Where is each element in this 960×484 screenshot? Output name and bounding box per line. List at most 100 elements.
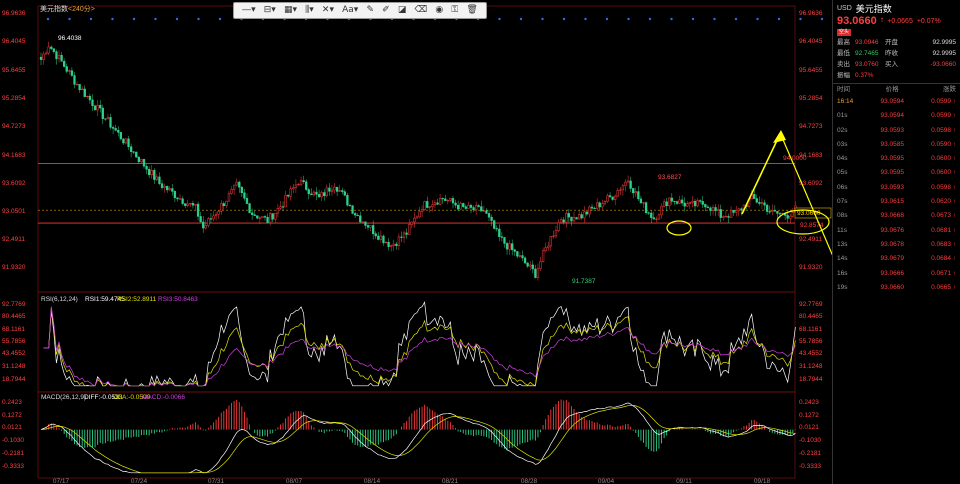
candle-body	[325, 187, 328, 196]
rsi-tick-left: 68.1161	[2, 326, 25, 333]
eye-icon[interactable]: ◉	[435, 3, 443, 18]
candle-body	[287, 194, 290, 197]
candle-body	[662, 201, 666, 207]
top-dot	[175, 17, 179, 21]
candle-body	[511, 243, 514, 251]
candle-body	[189, 203, 192, 205]
candle-body	[353, 213, 357, 216]
pen-icon[interactable]: ✎	[366, 3, 374, 18]
candle-body	[472, 207, 475, 211]
candle-body	[436, 202, 439, 205]
candle-body	[691, 201, 694, 203]
drawing-toolbar[interactable]: ―▾ ⊟▾ ▦▾ ⫼▾ ✕▾ Aa▾ ✎ ✐ ◪ ⌫ ◉ ⚿ 🗑	[233, 2, 487, 19]
candle-body	[518, 255, 522, 257]
candle-body	[418, 211, 421, 218]
candle-body	[699, 200, 702, 202]
top-dot	[46, 17, 50, 21]
candle-body	[585, 211, 589, 215]
dea-line	[40, 404, 796, 474]
candle-body	[42, 53, 45, 60]
candle-body	[191, 203, 195, 206]
candle-body	[109, 117, 112, 128]
top-dot	[218, 17, 222, 21]
candle-body	[423, 201, 426, 210]
tick-row: 08s 93.0668 0.0673 ↑	[837, 212, 956, 220]
candle-body	[330, 189, 334, 192]
candle-body	[135, 151, 138, 158]
grid-tool[interactable]: ▦▾	[284, 3, 297, 18]
top-dot	[756, 17, 759, 21]
candle-body	[377, 235, 380, 240]
candle-body	[647, 212, 650, 214]
rsi3-legend: RSI3:50.8463	[158, 296, 198, 303]
x-tick: 07/31	[208, 478, 225, 484]
paint-icon[interactable]: ◪	[398, 3, 407, 18]
candle-body	[678, 199, 681, 204]
candle-body	[660, 205, 663, 216]
peak-annotation: 93.6827	[658, 174, 682, 181]
candle-body	[786, 215, 789, 219]
candle-body	[250, 212, 254, 215]
macd-tick-left: -0.1030	[2, 437, 24, 444]
candle-body	[44, 52, 48, 55]
text-tool[interactable]: Aa▾	[342, 3, 358, 18]
candle-body	[603, 201, 607, 205]
macd-tick-right: 0.1272	[799, 412, 819, 419]
candle-body	[480, 206, 483, 212]
macd-tick-right: -0.2181	[799, 450, 821, 457]
candle-body	[176, 197, 179, 200]
candle-body	[655, 218, 658, 220]
y-tick-right: 94.7273	[799, 123, 823, 130]
rsi-tick-right: 55.7856	[799, 338, 823, 345]
trash-icon[interactable]: 🗑	[466, 3, 477, 18]
tick-list[interactable]: 16:14 93.0594 0.0599 ↑ 01s 93.0594 0.0599 ↑ 02…	[833, 95, 960, 295]
candle-body	[719, 209, 722, 218]
rsi-tick-right: 80.4465	[799, 313, 823, 320]
y-tick-right: 96.9636	[799, 10, 823, 17]
candle-body	[333, 186, 336, 191]
top-dot	[627, 17, 630, 21]
top-dot	[584, 17, 587, 21]
horizontal-line-tool[interactable]: ―▾	[242, 3, 256, 18]
candle-body	[521, 255, 524, 259]
candle-body	[526, 262, 529, 267]
fib-tool[interactable]: ⫼▾	[305, 3, 314, 18]
candle-body	[634, 191, 637, 194]
candle-body	[583, 211, 586, 219]
candle-body	[147, 169, 151, 176]
candle-body	[614, 195, 617, 200]
quote-cell: 92.9995	[932, 39, 957, 46]
candle-body	[477, 205, 480, 207]
candle-body	[57, 54, 61, 60]
cross-tool[interactable]: ✕▾	[322, 3, 334, 18]
rsi-line-1	[43, 301, 796, 387]
candle-body	[596, 202, 599, 209]
candle-body	[552, 235, 555, 237]
candle-body	[86, 95, 89, 98]
eraser-icon[interactable]: ⌫	[415, 3, 428, 18]
lock-icon[interactable]: ⚿	[451, 3, 458, 18]
y-tick-right: 95.6455	[799, 67, 823, 74]
rsi-tick-right: 68.1161	[799, 326, 822, 333]
candle-body	[704, 204, 707, 208]
channel-tool[interactable]: ⊟▾	[264, 3, 276, 18]
brush-icon[interactable]: ✐	[382, 3, 390, 18]
candle-body	[675, 201, 679, 204]
candle-body	[632, 188, 635, 194]
candle-body	[588, 206, 591, 215]
candle-body	[372, 225, 375, 234]
y-tick-left: 96.4045	[2, 38, 26, 45]
y-tick-left: 95.6455	[2, 67, 26, 74]
candle-body	[500, 236, 504, 238]
candle-body	[572, 217, 576, 222]
candle-body	[644, 202, 648, 213]
rsi-tick-left: 18.7944	[2, 376, 26, 383]
candle-body	[117, 130, 120, 133]
candle-body	[351, 205, 354, 214]
price-chart[interactable]: 96.9636 96.9636 96.4045 96.4045 95.6455 95.64…	[0, 0, 832, 484]
candle-body	[129, 146, 133, 152]
y-tick-left: 95.2854	[2, 95, 26, 102]
candle-body	[348, 204, 352, 207]
x-tick: 08/14	[364, 478, 381, 484]
chart-area[interactable]: 96.9636 96.9636 96.4045 96.4045 95.6455 95.64…	[0, 0, 832, 484]
